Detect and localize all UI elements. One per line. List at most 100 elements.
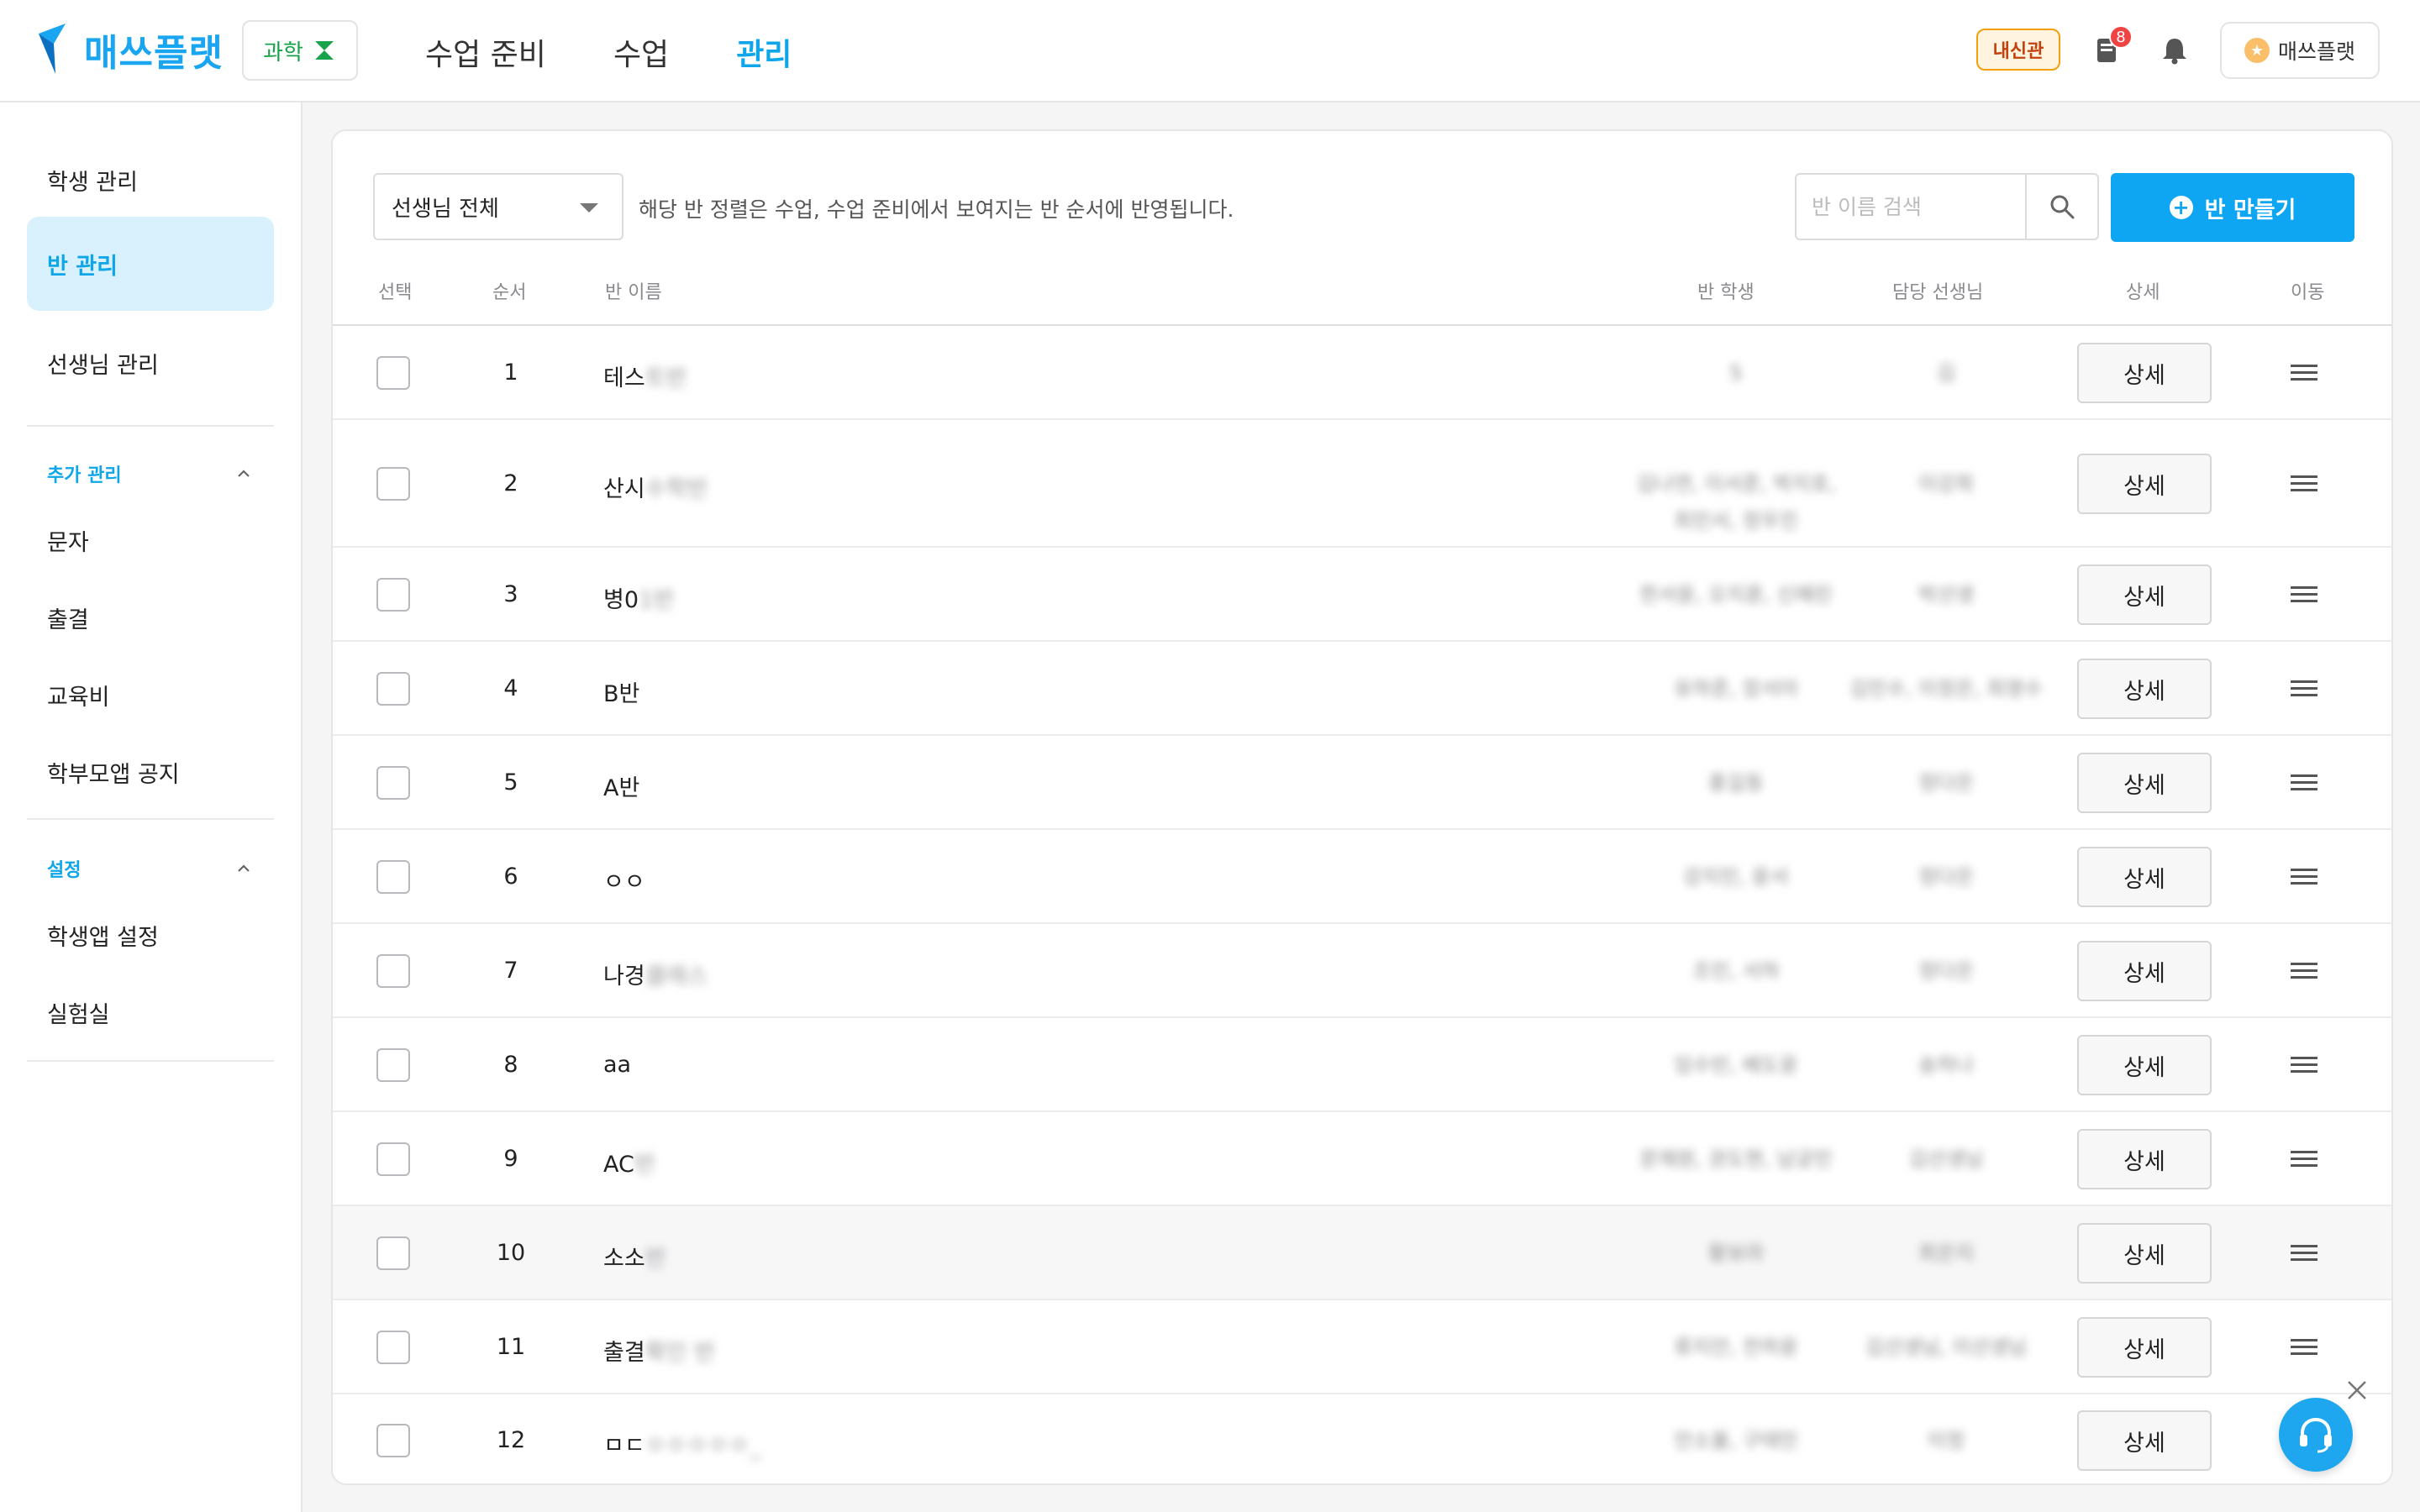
row-order: 12 bbox=[496, 1427, 526, 1453]
drag-handle-icon[interactable] bbox=[2291, 585, 2317, 605]
table-row[interactable]: 7 나경클래스 조민, 서하 정다은 상세 bbox=[333, 924, 2391, 1018]
row-select-checkbox[interactable] bbox=[376, 578, 410, 612]
row-detail-button[interactable]: 상세 bbox=[2077, 454, 2212, 514]
row-detail-button[interactable]: 상세 bbox=[2077, 1410, 2212, 1471]
naesin-badge[interactable]: 내신관 bbox=[1976, 29, 2060, 71]
row-detail-button[interactable]: 상세 bbox=[2077, 1317, 2212, 1378]
drag-handle-icon[interactable] bbox=[2291, 1055, 2317, 1075]
header-detail: 상세 bbox=[2126, 282, 2160, 303]
sidebar-item-classes[interactable]: 반 관리 bbox=[27, 217, 274, 311]
sidebar-item-student-app-settings[interactable]: 학생앱 설정 bbox=[47, 919, 159, 952]
class-name-redacted: 수학반 bbox=[644, 476, 708, 502]
table-row[interactable]: 10 소소반 황보라 최은지 상세 bbox=[333, 1206, 2391, 1300]
search-button[interactable] bbox=[2025, 175, 2097, 239]
row-detail-button[interactable]: 상세 bbox=[2077, 1223, 2212, 1284]
row-order: 2 bbox=[503, 470, 518, 496]
drag-handle-icon[interactable] bbox=[2291, 1337, 2317, 1357]
class-name-visible: 소소 bbox=[603, 1246, 645, 1272]
sidebar-divider bbox=[27, 425, 274, 427]
sidebar-item-attendance[interactable]: 출결 bbox=[47, 601, 89, 634]
table-row[interactable]: 2 산시수학반 김나연, 이서준, 박지호, 최민서, 정우진 이강희 상세 bbox=[333, 420, 2391, 548]
row-select-checkbox[interactable] bbox=[376, 672, 410, 706]
row-detail-button[interactable]: 상세 bbox=[2077, 941, 2212, 1001]
brand-logo[interactable]: 매쓰플랫 bbox=[37, 22, 224, 77]
sidebar-item-sms[interactable]: 문자 bbox=[47, 524, 89, 557]
table-row[interactable]: 3 병01반 한서윤, 오지훈, 신예린 박선생 상세 bbox=[333, 548, 2391, 642]
bell-icon[interactable] bbox=[2158, 34, 2191, 67]
row-detail-button[interactable]: 상세 bbox=[2077, 343, 2212, 403]
row-select-checkbox[interactable] bbox=[376, 954, 410, 988]
row-order: 4 bbox=[503, 675, 518, 701]
subject-selector[interactable]: 과학 bbox=[242, 20, 358, 81]
sidebar-item-students[interactable]: 학생 관리 bbox=[27, 133, 274, 227]
class-management-card: 선생님 전체 해당 반 정렬은 수업, 수업 준비에서 보여지는 반 순서에 반… bbox=[331, 129, 2393, 1485]
row-select-checkbox[interactable] bbox=[376, 467, 410, 501]
row-detail-button[interactable]: 상세 bbox=[2077, 1035, 2212, 1095]
row-select-checkbox[interactable] bbox=[376, 1424, 410, 1457]
teacher-filter-value: 선생님 전체 bbox=[392, 196, 499, 222]
class-name-visible: ㅇㅇ bbox=[603, 869, 645, 895]
drag-handle-icon[interactable] bbox=[2291, 867, 2317, 887]
profile-button[interactable]: ★ 매쓰플랫 bbox=[2220, 22, 2380, 79]
row-class-name: A반 bbox=[603, 769, 639, 802]
row-select-checkbox[interactable] bbox=[376, 1142, 410, 1176]
class-name-redacted: 확인 반 bbox=[644, 1340, 715, 1366]
row-class-name: B반 bbox=[603, 675, 639, 708]
support-chat-button[interactable] bbox=[2279, 1398, 2353, 1472]
table-row[interactable]: 11 출결확인 반 류지안, 전하윤 김선생님, 이선생님 상세 bbox=[333, 1300, 2391, 1394]
drag-handle-icon[interactable] bbox=[2291, 679, 2317, 699]
row-teacher: 김선생님, 이선생님 bbox=[1865, 1336, 2027, 1359]
row-class-name: aa bbox=[603, 1052, 631, 1078]
row-select-checkbox[interactable] bbox=[376, 766, 410, 800]
row-select-checkbox[interactable] bbox=[376, 356, 410, 390]
row-select-checkbox[interactable] bbox=[376, 1331, 410, 1364]
sidebar-section-settings[interactable]: 설정 bbox=[47, 855, 252, 882]
section-title: 설정 bbox=[47, 860, 82, 881]
subject-label: 과학 bbox=[263, 39, 303, 66]
sidebar-section-extra[interactable]: 추가 관리 bbox=[47, 460, 252, 487]
table-row[interactable]: 9 AC반 문채원, 권도현, 남궁민 김선생님 상세 bbox=[333, 1112, 2391, 1206]
sidebar-item-tuition[interactable]: 교육비 bbox=[47, 679, 110, 711]
row-students: 류지안, 전하윤 bbox=[1674, 1336, 1798, 1359]
row-select-checkbox[interactable] bbox=[376, 1048, 410, 1082]
drag-handle-icon[interactable] bbox=[2291, 773, 2317, 793]
class-name-visible: 출결 bbox=[603, 1340, 645, 1366]
sidebar-item-teachers[interactable]: 선생님 관리 bbox=[27, 316, 274, 410]
table-row[interactable]: 6 ㅇㅇ 강지민, 윤서 정다은 상세 bbox=[333, 830, 2391, 924]
create-class-button[interactable]: + 반 만들기 bbox=[2111, 173, 2354, 242]
row-order: 7 bbox=[503, 958, 518, 984]
drag-handle-icon[interactable] bbox=[2291, 1243, 2317, 1263]
class-name-visible: AC bbox=[603, 1152, 634, 1178]
table-row[interactable]: 1 테스트반 5 김 상세 bbox=[333, 326, 2391, 420]
nav-management[interactable]: 관리 bbox=[736, 30, 792, 74]
drag-handle-icon[interactable] bbox=[2291, 474, 2317, 494]
table-row[interactable]: 5 A반 홍길동 정다은 상세 bbox=[333, 736, 2391, 830]
table-header: 선택 순서 반 이름 반 학생 담당 선생님 상세 이동 bbox=[333, 277, 2391, 307]
row-order: 11 bbox=[496, 1334, 526, 1360]
sidebar-item-parent-notice[interactable]: 학부모앱 공지 bbox=[47, 756, 180, 789]
row-select-checkbox[interactable] bbox=[376, 860, 410, 894]
table-row[interactable]: 12 ㅁㄷㅇㅇㅇㅇㅇ_ 안소율, 구태민 이정 상세 bbox=[333, 1394, 2391, 1483]
nav-lesson-prep[interactable]: 수업 준비 bbox=[425, 30, 546, 74]
close-icon[interactable] bbox=[2344, 1378, 2370, 1403]
drag-handle-icon[interactable] bbox=[2291, 1149, 2317, 1169]
nav-lesson[interactable]: 수업 bbox=[613, 30, 669, 74]
table-row[interactable]: 8 aa 임수빈, 배도윤 송하나 상세 bbox=[333, 1018, 2391, 1112]
class-name-visible: aa bbox=[603, 1052, 632, 1078]
row-detail-button[interactable]: 상세 bbox=[2077, 847, 2212, 907]
row-detail-button[interactable]: 상세 bbox=[2077, 659, 2212, 719]
teacher-filter-select[interactable]: 선생님 전체 bbox=[373, 173, 623, 240]
sidebar-item-lab[interactable]: 실험실 bbox=[47, 996, 110, 1029]
drag-handle-icon[interactable] bbox=[2291, 363, 2317, 383]
row-students: 문채원, 권도현, 남궁민 bbox=[1639, 1147, 1833, 1171]
class-search-input[interactable] bbox=[1797, 175, 2025, 239]
row-detail-button[interactable]: 상세 bbox=[2077, 753, 2212, 813]
row-detail-button[interactable]: 상세 bbox=[2077, 564, 2212, 625]
drag-handle-icon[interactable] bbox=[2291, 961, 2317, 981]
row-select-checkbox[interactable] bbox=[376, 1236, 410, 1270]
row-order: 6 bbox=[503, 864, 518, 890]
row-detail-button[interactable]: 상세 bbox=[2077, 1129, 2212, 1189]
row-class-name: 병01반 bbox=[603, 581, 674, 614]
class-name-visible: 병0 bbox=[603, 587, 639, 613]
table-row[interactable]: 4 B반 유하준, 장서아 김민수, 이정은, 최영수 상세 bbox=[333, 642, 2391, 736]
